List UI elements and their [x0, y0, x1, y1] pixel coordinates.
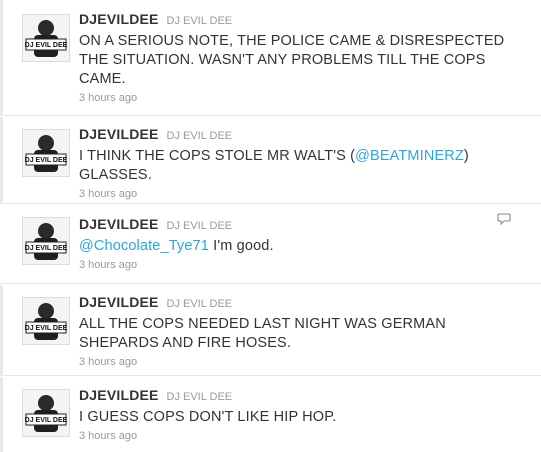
tweet-text-part: ON A SERIOUS NOTE, THE POLICE CAME & DIS…	[79, 33, 505, 87]
user-avatar-icon[interactable]: DJ EVIL DEE	[22, 389, 70, 437]
user-avatar-icon[interactable]: DJ EVIL DEE	[22, 129, 70, 177]
svg-text:DJ EVIL DEE: DJ EVIL DEE	[25, 245, 68, 252]
full-name: DJ EVIL DEE	[166, 15, 233, 27]
tweet-timestamp[interactable]: 3 hours ago	[79, 428, 521, 444]
tweet-item[interactable]: DJ EVIL DEE DJEVILDEE DJ EVIL DEE ON A S…	[0, 0, 541, 116]
svg-text:DJ EVIL DEE: DJ EVIL DEE	[25, 325, 68, 332]
tweet-timeline: DJ EVIL DEE DJEVILDEE DJ EVIL DEE ON A S…	[0, 0, 541, 452]
tweet-left-accent	[0, 377, 3, 452]
tweet-text-part: I THINK THE COPS STOLE MR WALT'S (	[79, 148, 356, 164]
tweet-text: I GUESS COPS DON'T LIKE HIP HOP.	[79, 408, 521, 427]
tweet-text: @Chocolate_Tye71 I'm good.	[79, 237, 521, 256]
screen-name[interactable]: DJEVILDEE	[79, 294, 159, 310]
tweet-text: ON A SERIOUS NOTE, THE POLICE CAME & DIS…	[79, 32, 521, 89]
tweet-text: I THINK THE COPS STOLE MR WALT'S (@BEATM…	[79, 147, 521, 185]
full-name: DJ EVIL DEE	[166, 298, 233, 310]
tweet-text-part: I GUESS COPS DON'T LIKE HIP HOP.	[79, 409, 337, 425]
tweet-timestamp[interactable]: 3 hours ago	[79, 257, 521, 273]
tweet-item[interactable]: DJ EVIL DEE DJEVILDEE DJ EVIL DEE I GUES…	[0, 377, 541, 452]
tweet-timestamp[interactable]: 3 hours ago	[79, 90, 521, 106]
mention-link[interactable]: @BEATMINERZ	[355, 148, 464, 164]
svg-text:DJ EVIL DEE: DJ EVIL DEE	[25, 417, 68, 424]
screen-name[interactable]: DJEVILDEE	[79, 387, 159, 403]
reply-speech-bubble-icon[interactable]	[497, 213, 511, 225]
full-name: DJ EVIL DEE	[166, 130, 233, 142]
tweet-left-accent	[0, 285, 3, 375]
tweet-timestamp[interactable]: 3 hours ago	[79, 354, 521, 370]
tweet-left-accent	[0, 0, 3, 115]
tweet-item[interactable]: DJ EVIL DEE DJEVILDEE DJ EVIL DEE I THIN…	[0, 117, 541, 204]
screen-name[interactable]: DJEVILDEE	[79, 216, 159, 232]
tweet-text-part: I'm good.	[208, 238, 274, 254]
full-name: DJ EVIL DEE	[166, 391, 233, 403]
tweet-left-accent	[0, 117, 3, 203]
screen-name[interactable]: DJEVILDEE	[79, 126, 159, 142]
tweet-timestamp[interactable]: 3 hours ago	[79, 186, 521, 202]
user-avatar-icon[interactable]: DJ EVIL DEE	[22, 297, 70, 345]
tweet-item[interactable]: DJ EVIL DEE DJEVILDEE DJ EVIL DEE @Choco…	[0, 205, 541, 284]
tweet-text: ALL THE COPS NEEDED LAST NIGHT WAS GERMA…	[79, 315, 521, 353]
tweet-text-part: ALL THE COPS NEEDED LAST NIGHT WAS GERMA…	[79, 316, 446, 351]
screen-name[interactable]: DJEVILDEE	[79, 11, 159, 27]
mention-link[interactable]: @Chocolate_Tye71	[79, 238, 209, 254]
user-avatar-icon[interactable]: DJ EVIL DEE	[22, 14, 70, 62]
svg-text:DJ EVIL DEE: DJ EVIL DEE	[25, 157, 68, 164]
svg-text:DJ EVIL DEE: DJ EVIL DEE	[25, 42, 68, 49]
full-name: DJ EVIL DEE	[166, 220, 233, 232]
user-avatar-icon[interactable]: DJ EVIL DEE	[22, 217, 70, 265]
tweet-item[interactable]: DJ EVIL DEE DJEVILDEE DJ EVIL DEE ALL TH…	[0, 285, 541, 376]
